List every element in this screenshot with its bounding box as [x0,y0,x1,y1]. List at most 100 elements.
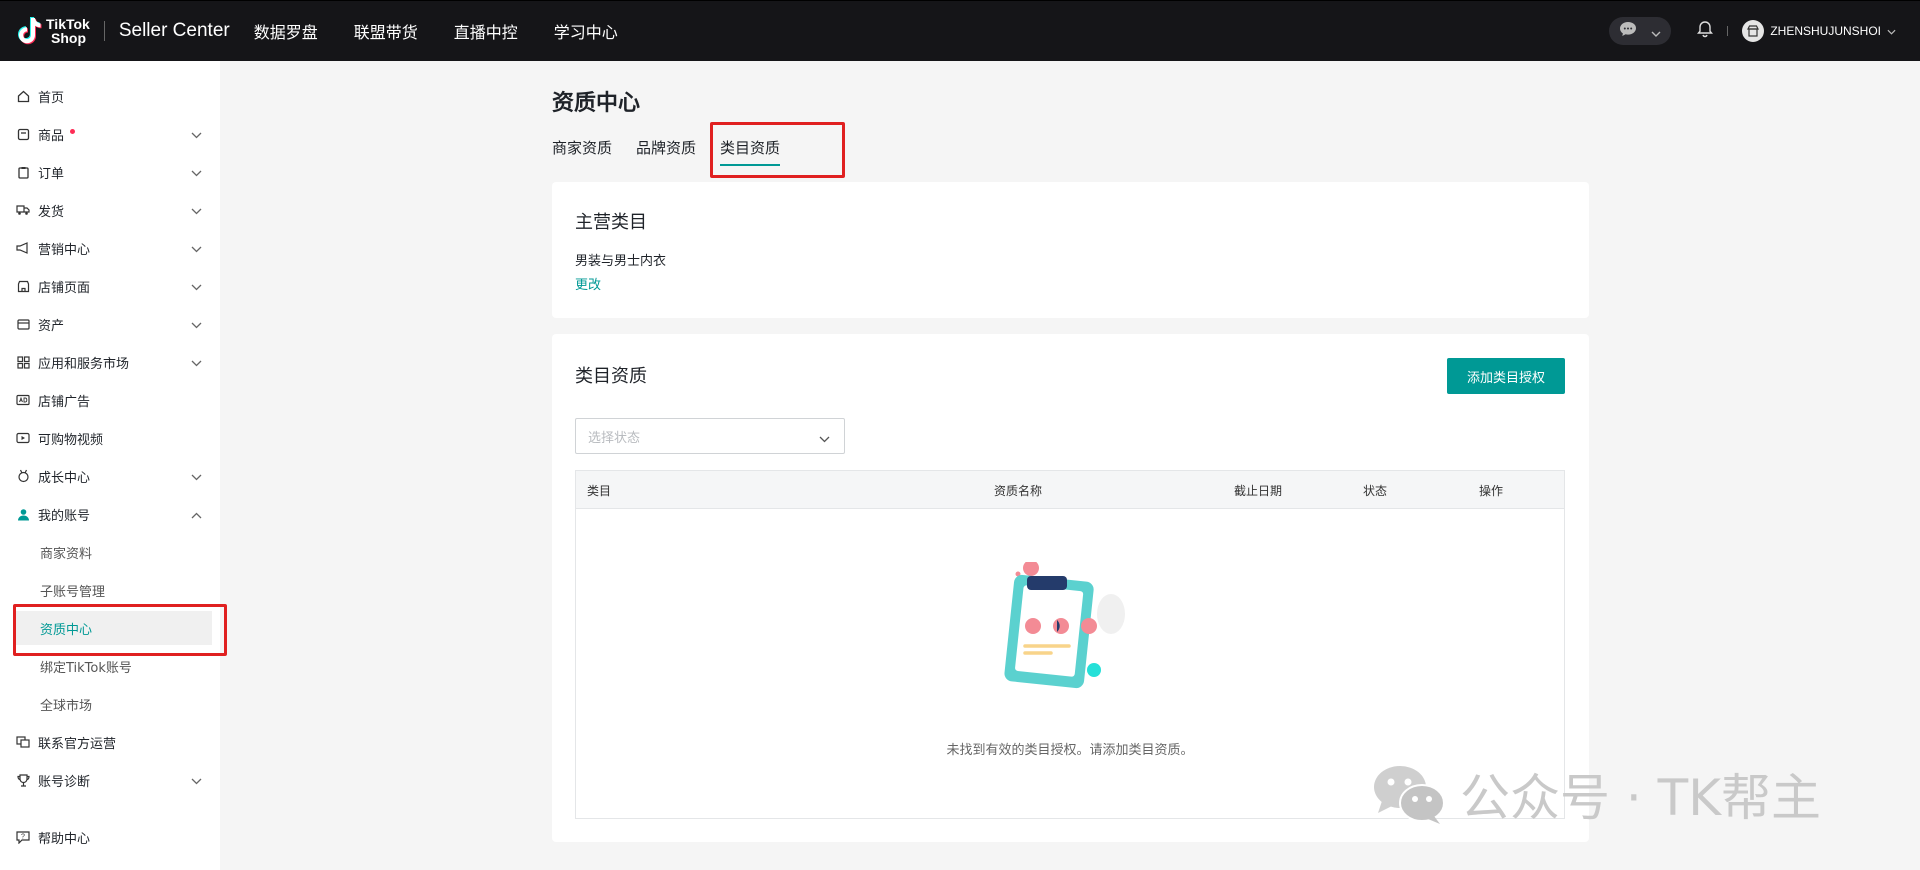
chevron-up-icon [191,508,202,523]
sidebar-item-my-account[interactable]: 我的账号 [0,497,220,531]
sidebar-item-help-center[interactable]: ? 帮助中心 [0,820,220,854]
tab-brand-qualification[interactable]: 品牌资质 [636,137,696,166]
chat-icon [1619,21,1637,41]
product-icon [16,127,30,141]
help-icon: ? [16,830,30,844]
order-icon [16,165,30,179]
sidebar-item-app-market[interactable]: 应用和服务市场 [0,345,220,379]
top-navigation-bar: TikTok Shop Seller Center 数据罗盘 联盟带货 直播中控… [0,0,1920,61]
sidebar-item-label: 成长中心 [38,470,91,486]
chevron-down-icon [191,242,202,257]
apps-icon [16,355,30,369]
watermark: 公众号 · TK帮主 [1372,758,1821,830]
sidebar-item-orders[interactable]: 订单 [0,155,220,189]
chevron-down-icon [191,128,202,143]
sidebar-sub-subaccount[interactable]: 子账号管理 [0,573,220,607]
toolbar-divider [1727,26,1729,36]
megaphone-icon [16,241,30,255]
logo-line1: TikTok [46,16,90,32]
column-header-status: 状态 [1363,484,1388,498]
nav-learning-center[interactable]: 学习中心 [554,19,618,43]
column-header-deadline: 截止日期 [1234,484,1283,498]
status-select[interactable]: 选择状态 [575,418,845,454]
chevron-down-icon [819,432,830,447]
medal-icon [16,469,30,483]
sidebar-item-label: 应用和服务市场 [38,356,130,372]
sidebar-item-label: 首页 [38,90,65,106]
status-select-placeholder: 选择状态 [588,430,641,446]
sidebar-item-label: 我的账号 [38,508,91,524]
brand-divider [103,21,105,41]
logo-line2: Shop [51,30,86,46]
logo-text: TikTok Shop [46,17,90,45]
column-header-category: 类目 [587,484,612,498]
chevron-down-icon [191,280,202,295]
sidebar: 首页 商品 订单 发货 营销中心 店铺页面 资产 应用和服务市场 店铺广告 可购… [0,61,220,870]
sidebar-item-home[interactable]: 首页 [0,79,220,113]
nav-data-compass[interactable]: 数据罗盘 [254,19,318,43]
contact-icon [16,735,30,749]
tiktok-logo-icon [16,15,42,47]
sidebar-item-label: 帮助中心 [38,831,91,847]
brand[interactable]: TikTok Shop Seller Center [16,15,230,47]
chevron-down-icon [191,204,202,219]
sidebar-item-growth-center[interactable]: 成长中心 [0,459,220,493]
top-right-tools: ZHENSHUJUNSHOI [1609,17,1896,45]
main-category-title: 主营类目 [575,212,647,233]
sidebar-item-store-page[interactable]: 店铺页面 [0,269,220,303]
column-header-actions: 操作 [1479,484,1504,498]
svg-text:?: ? [21,833,25,840]
chevron-down-icon [191,470,202,485]
highlight-box-tab [710,122,845,178]
highlight-box-sidebar [13,604,227,656]
chevron-down-icon [191,356,202,371]
sidebar-item-products[interactable]: 商品 [0,117,220,151]
bell-icon[interactable] [1697,20,1714,42]
add-category-authorization-button[interactable]: 添加类目授权 [1447,358,1565,394]
sidebar-item-label: 账号诊断 [38,774,91,790]
top-nav: 数据罗盘 联盟带货 直播中控 学习中心 [254,19,654,43]
ad-icon [16,393,30,407]
chevron-down-icon [1651,22,1661,41]
user-icon [16,507,30,521]
store-icon [16,279,30,293]
table-header: 类目 资质名称 截止日期 状态 操作 [576,471,1564,509]
watermark-text: 公众号 · TK帮主 [1460,769,1822,827]
sidebar-item-shoppable-video[interactable]: 可购物视频 [0,421,220,455]
sidebar-item-marketing[interactable]: 营销中心 [0,231,220,265]
user-name: ZHENSHUJUNSHOI [1770,24,1881,38]
sidebar-sub-global-market[interactable]: 全球市场 [0,687,220,721]
sidebar-item-label: 商品 [38,128,65,144]
sidebar-item-label: 联系官方运营 [38,736,117,752]
column-header-qualification-name: 资质名称 [994,484,1043,498]
truck-icon [16,203,30,217]
tab-merchant-qualification[interactable]: 商家资质 [552,137,612,166]
sidebar-sub-merchant-profile[interactable]: 商家资料 [0,535,220,569]
sidebar-item-label: 资产 [38,318,65,334]
sidebar-item-label: 订单 [38,166,65,182]
chevron-down-icon [1887,24,1896,38]
change-category-link[interactable]: 更改 [575,274,601,293]
wechat-icon [1372,763,1446,825]
sidebar-item-label: 店铺广告 [38,394,91,410]
store-avatar-icon [1742,20,1765,42]
empty-state-text: 未找到有效的类目授权。请添加类目资质。 [946,743,1194,758]
nav-live-control[interactable]: 直播中控 [454,19,518,43]
user-menu[interactable]: ZHENSHUJUNSHOI [1742,20,1896,42]
home-icon [16,89,30,103]
sidebar-item-label: 可购物视频 [38,432,104,448]
sidebar-item-assets[interactable]: 资产 [0,307,220,341]
sidebar-item-label: 发货 [38,204,65,220]
sidebar-item-store-ads[interactable]: 店铺广告 [0,383,220,417]
video-icon [16,431,30,445]
sidebar-item-label: 店铺页面 [38,280,91,296]
notification-dot [70,128,76,134]
chat-dropdown[interactable] [1609,17,1672,45]
sidebar-item-shipping[interactable]: 发货 [0,193,220,227]
chevron-down-icon [191,774,202,789]
wallet-icon [16,317,30,331]
nav-affiliate[interactable]: 联盟带货 [354,19,418,43]
sidebar-item-account-diagnosis[interactable]: 账号诊断 [0,763,220,797]
sidebar-item-contact-ops[interactable]: 联系官方运营 [0,725,220,759]
chevron-down-icon [191,318,202,333]
